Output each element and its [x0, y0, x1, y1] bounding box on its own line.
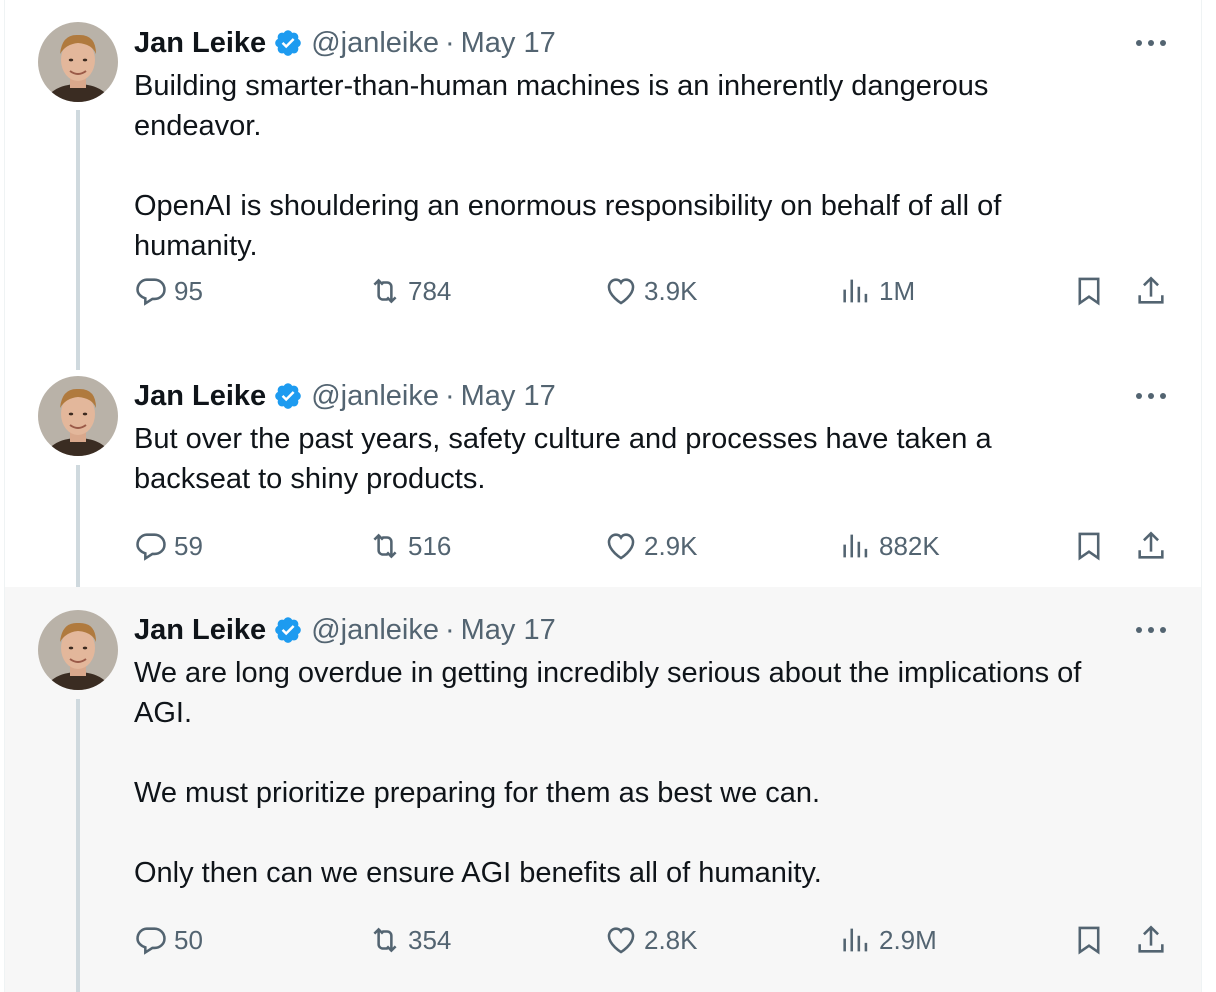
retweet-icon: [373, 278, 397, 304]
thread-connector-line: [76, 699, 80, 992]
verified-badge-icon[interactable]: [273, 381, 303, 411]
tweet-actions: 95 784 3.9K 1M: [134, 271, 1171, 311]
tweet-date[interactable]: May 17: [461, 380, 556, 413]
reply-icon: [136, 927, 166, 955]
like-button[interactable]: 3.9K: [604, 271, 698, 311]
author-handle[interactable]: @janleike: [311, 614, 439, 647]
like-icon: [607, 278, 635, 305]
thread-connector-line: [76, 465, 80, 597]
retweet-count: 784: [408, 275, 452, 306]
verified-badge-icon[interactable]: [273, 28, 303, 58]
share-button[interactable]: [1134, 920, 1168, 960]
retweet-count: 516: [408, 530, 452, 561]
bookmark-button[interactable]: [1072, 920, 1106, 960]
share-icon: [1138, 925, 1164, 953]
thread-connector-line: [76, 110, 80, 370]
bookmark-icon: [1078, 277, 1100, 306]
reply-count: 59: [174, 530, 203, 561]
reply-button[interactable]: 50: [134, 920, 203, 960]
author-name[interactable]: Jan Leike: [134, 380, 266, 413]
author-name[interactable]: Jan Leike: [134, 27, 266, 60]
tweet[interactable]: Jan Leike @janleike · May 17 Building sm…: [5, 0, 1201, 370]
retweet-icon: [373, 533, 397, 559]
tweet-text: Building smarter-than-human machines is …: [134, 70, 1002, 262]
tweet-text: We are long overdue in getting incredibl…: [134, 657, 1082, 889]
like-count: 2.9K: [644, 530, 698, 561]
avatar[interactable]: [38, 376, 118, 456]
tweet-thread: Jan Leike @janleike · May 17 Building sm…: [4, 0, 1202, 992]
reply-icon: [136, 533, 166, 561]
like-count: 2.8K: [644, 924, 698, 955]
reply-icon: [136, 278, 166, 306]
like-button[interactable]: 2.8K: [604, 920, 698, 960]
author-handle[interactable]: @janleike: [311, 380, 439, 413]
views-icon: [843, 534, 868, 558]
share-button[interactable]: [1134, 271, 1168, 311]
author-handle[interactable]: @janleike: [311, 27, 439, 60]
more-icon[interactable]: [1131, 375, 1171, 417]
bookmark-icon: [1078, 926, 1100, 955]
bookmark-button[interactable]: [1072, 526, 1106, 566]
tweet-header: Jan Leike @janleike · May 17: [134, 22, 1171, 64]
share-icon: [1138, 276, 1164, 304]
tweet-header: Jan Leike @janleike · May 17: [134, 375, 1171, 417]
views-icon: [843, 279, 868, 303]
tweet-text: But over the past years, safety culture …: [134, 423, 992, 495]
like-button[interactable]: 2.9K: [604, 526, 698, 566]
separator-dot: ·: [444, 26, 455, 59]
retweet-button[interactable]: 516: [368, 526, 451, 566]
share-icon: [1138, 531, 1164, 559]
views-count: 1M: [879, 275, 916, 306]
more-icon[interactable]: [1131, 22, 1171, 64]
views-button[interactable]: 882K: [839, 526, 940, 566]
retweet-button[interactable]: 354: [368, 920, 451, 960]
verified-badge-icon[interactable]: [273, 615, 303, 645]
avatar[interactable]: [38, 610, 118, 690]
tweet-date[interactable]: May 17: [461, 27, 556, 60]
views-count: 882K: [879, 530, 940, 561]
views-count: 2.9M: [879, 924, 937, 955]
views-button[interactable]: 1M: [839, 271, 915, 311]
reply-button[interactable]: 59: [134, 526, 203, 566]
separator-dot: ·: [444, 379, 455, 412]
tweet-actions: 50 354 2.8K 2.9M: [134, 920, 1171, 960]
tweet-header: Jan Leike @janleike · May 17: [134, 609, 1171, 651]
separator-dot: ·: [444, 613, 455, 646]
more-icon[interactable]: [1131, 609, 1171, 651]
avatar[interactable]: [38, 22, 118, 102]
author-name[interactable]: Jan Leike: [134, 614, 266, 647]
bookmark-icon: [1078, 532, 1100, 561]
retweet-icon: [373, 927, 397, 953]
like-icon: [607, 533, 635, 560]
retweet-button[interactable]: 784: [368, 271, 451, 311]
reply-count: 50: [174, 924, 203, 955]
reply-count: 95: [174, 275, 203, 306]
views-button[interactable]: 2.9M: [839, 920, 937, 960]
tweet[interactable]: Jan Leike @janleike · May 17 But over th…: [5, 355, 1201, 597]
tweet[interactable]: Jan Leike @janleike · May 17 We are long…: [5, 587, 1201, 992]
reply-button[interactable]: 95: [134, 271, 203, 311]
tweet-date[interactable]: May 17: [461, 614, 556, 647]
bookmark-button[interactable]: [1072, 271, 1106, 311]
tweet-actions: 59 516 2.9K 882K: [134, 526, 1171, 566]
share-button[interactable]: [1134, 526, 1168, 566]
like-count: 3.9K: [644, 275, 698, 306]
views-icon: [843, 928, 868, 952]
retweet-count: 354: [408, 924, 452, 955]
like-icon: [607, 927, 635, 954]
